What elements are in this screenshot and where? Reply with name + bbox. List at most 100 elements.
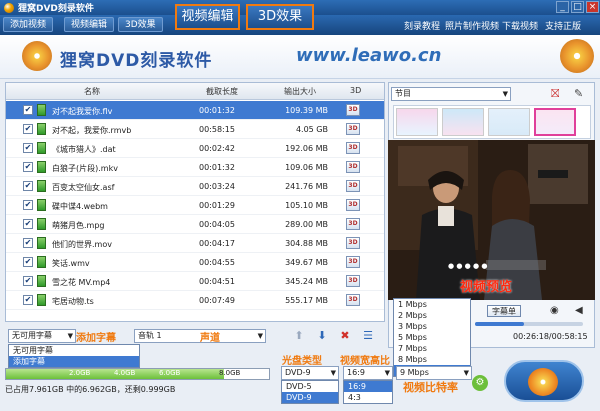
row-checkbox[interactable]: ✔ [23,143,33,153]
file-size: 555.17 MB [285,296,328,305]
row-checkbox[interactable]: ✔ [23,181,33,191]
aspect-option-4-3[interactable]: 4:3 [344,392,392,403]
menu-thumbnail-selected[interactable] [534,108,576,136]
file-duration: 00:01:29 [199,201,235,210]
row-checkbox[interactable]: ✔ [23,162,33,172]
snapshot-icon[interactable]: ◉ [550,305,559,316]
3d-settings-icon[interactable]: 3D [346,256,360,268]
bitrate-option[interactable]: 8 Mbps [394,354,470,365]
row-checkbox[interactable]: ✔ [23,105,33,115]
subtitle-option-none[interactable]: 无可用字幕 [9,345,139,356]
row-checkbox[interactable]: ✔ [23,200,33,210]
3d-settings-icon[interactable]: 3D [346,218,360,230]
maximize-button[interactable]: □ [571,1,584,13]
aspect-option-16-9[interactable]: 16:9 [344,381,392,392]
table-row[interactable]: ✔ 雪之花 MV.mp4 00:04:51 345.24 MB 3D [6,272,384,291]
subtitle-select[interactable]: 无可用字幕 ▼ [8,329,76,343]
3d-settings-icon[interactable]: 3D [346,180,360,192]
close-button[interactable]: × [586,1,599,13]
3d-settings-icon[interactable]: 3D [346,199,360,211]
menu-thumbnail[interactable] [396,108,438,136]
nav-link-support[interactable]: 支持正版 [545,19,581,32]
delete-icon[interactable]: ✖ [339,330,351,342]
subtitle-select-value: 无可用字幕 [12,331,52,340]
3d-settings-icon[interactable]: 3D [346,142,360,154]
col-3d[interactable]: 3D [350,86,361,95]
menu-thumbnail[interactable] [488,108,530,136]
3d-settings-icon[interactable]: 3D [346,123,360,135]
subtitle-list-button[interactable]: 字幕单 [487,305,521,317]
seek-bar[interactable] [475,322,583,326]
minimize-button[interactable]: _ [556,1,569,13]
disc-type-select[interactable]: DVD-9 ▼ [281,366,339,380]
file-duration: 00:01:32 [199,163,235,172]
3d-settings-icon[interactable]: 3D [346,237,360,249]
table-row[interactable]: ✔ 笑话.wmv 00:04:55 349.67 MB 3D [6,253,384,272]
bitrate-option[interactable]: 1 Mbps [394,299,470,310]
col-size[interactable]: 输出大小 [284,86,316,97]
aspect-select[interactable]: 16:9 ▼ [343,366,393,380]
row-checkbox[interactable]: ✔ [23,295,33,305]
volume-icon[interactable]: ◀ [575,305,583,316]
table-row[interactable]: ✔ 萌猪月色.mpg 00:04:05 289.00 MB 3D [6,215,384,234]
file-size: 109.06 MB [285,163,328,172]
aspect-callout: 视频宽高比 [340,356,390,367]
table-row[interactable]: ✔ 《城市猎人》.dat 00:02:42 192.06 MB 3D [6,139,384,158]
move-up-icon[interactable]: ⬆ [293,330,305,342]
move-down-icon[interactable]: ⬇ [316,330,328,342]
chevron-down-icon: ▼ [463,369,469,377]
nav-link-tutorial[interactable]: 刻录教程 [404,19,440,32]
table-row[interactable]: ✔ 宅居动物.ts 00:07:49 555.17 MB 3D [6,291,384,310]
3d-settings-icon[interactable]: 3D [346,104,360,116]
row-checkbox[interactable]: ✔ [23,219,33,229]
delete-chapter-icon[interactable]: ⛝ [551,87,559,101]
3d-settings-icon[interactable]: 3D [346,294,360,306]
nav-link-photo-video[interactable]: 照片制作视频 [445,19,499,32]
file-name: 百变太空仙女.asf [52,183,115,192]
bitrate-option[interactable]: 7 Mbps [394,343,470,354]
table-row[interactable]: ✔ 百变太空仙女.asf 00:03:24 241.76 MB 3D [6,177,384,196]
bitrate-option[interactable]: 5 Mbps [394,332,470,343]
list-settings-icon[interactable]: ☰ [362,330,374,342]
file-name: 《城市猎人》.dat [52,145,116,154]
video-file-icon [37,161,46,173]
effect-3d-callout[interactable]: 3D效果 [246,4,314,30]
file-name: 雪之花 MV.mp4 [52,278,111,287]
disc-option-dvd5[interactable]: DVD-5 [282,381,338,392]
edit-chapter-icon[interactable]: ✎ [574,87,583,100]
subtitle-option-add[interactable]: 添加字幕 [9,356,139,367]
add-video-button[interactable]: 添加视频 [3,17,54,32]
bitrate-option[interactable]: 3 Mbps [394,321,470,332]
effect-3d-tab[interactable]: 3D效果 [118,17,163,32]
capacity-mark: 4.0GB [114,369,136,377]
burn-button[interactable] [504,360,584,402]
3d-settings-icon[interactable]: 3D [346,161,360,173]
bitrate-option[interactable]: 2 Mbps [394,310,470,321]
file-size: 4.05 GB [295,125,328,134]
subtitle-dropdown: 无可用字幕 添加字幕 [8,344,140,368]
chapter-select[interactable]: 节目 ▼ [391,87,511,101]
table-row[interactable]: ✔ 他们的世界.mov 00:04:17 304.88 MB 3D [6,234,384,253]
col-duration[interactable]: 截取长度 [206,86,238,97]
video-edit-tab[interactable]: 视频编辑 [64,17,115,32]
audio-callout: 声道 [200,333,220,344]
table-row[interactable]: ✔ 碟中谍4.webm 00:01:29 105.10 MB 3D [6,196,384,215]
table-row[interactable]: ✔ 对不起，我爱你.rmvb 00:58:15 4.05 GB 3D [6,120,384,139]
menu-thumbnail[interactable] [442,108,484,136]
3d-settings-icon[interactable]: 3D [346,275,360,287]
file-name: 白狼子(片段).mkv [52,164,118,173]
video-edit-callout[interactable]: 视频编辑 [175,4,240,30]
table-row[interactable]: ✔ 白狼子(片段).mkv 00:01:32 109.06 MB 3D [6,158,384,177]
nav-link-download[interactable]: 下载视频 [502,19,538,32]
row-checkbox[interactable]: ✔ [23,238,33,248]
bitrate-select[interactable]: 9 Mbps ▼ [396,366,472,380]
col-name[interactable]: 名称 [84,86,100,97]
row-checkbox[interactable]: ✔ [23,276,33,286]
row-checkbox[interactable]: ✔ [23,257,33,267]
banner-brand: 狸窝DVD刻录软件 [60,51,213,71]
table-row[interactable]: ✔ 对不起我爱你.flv 00:01:32 109.39 MB 3D [6,101,384,120]
disc-type-value: DVD-9 [285,368,311,377]
settings-gear-icon[interactable]: ⚙ [472,375,488,391]
row-checkbox[interactable]: ✔ [23,124,33,134]
disc-option-dvd9[interactable]: DVD-9 [282,392,338,403]
